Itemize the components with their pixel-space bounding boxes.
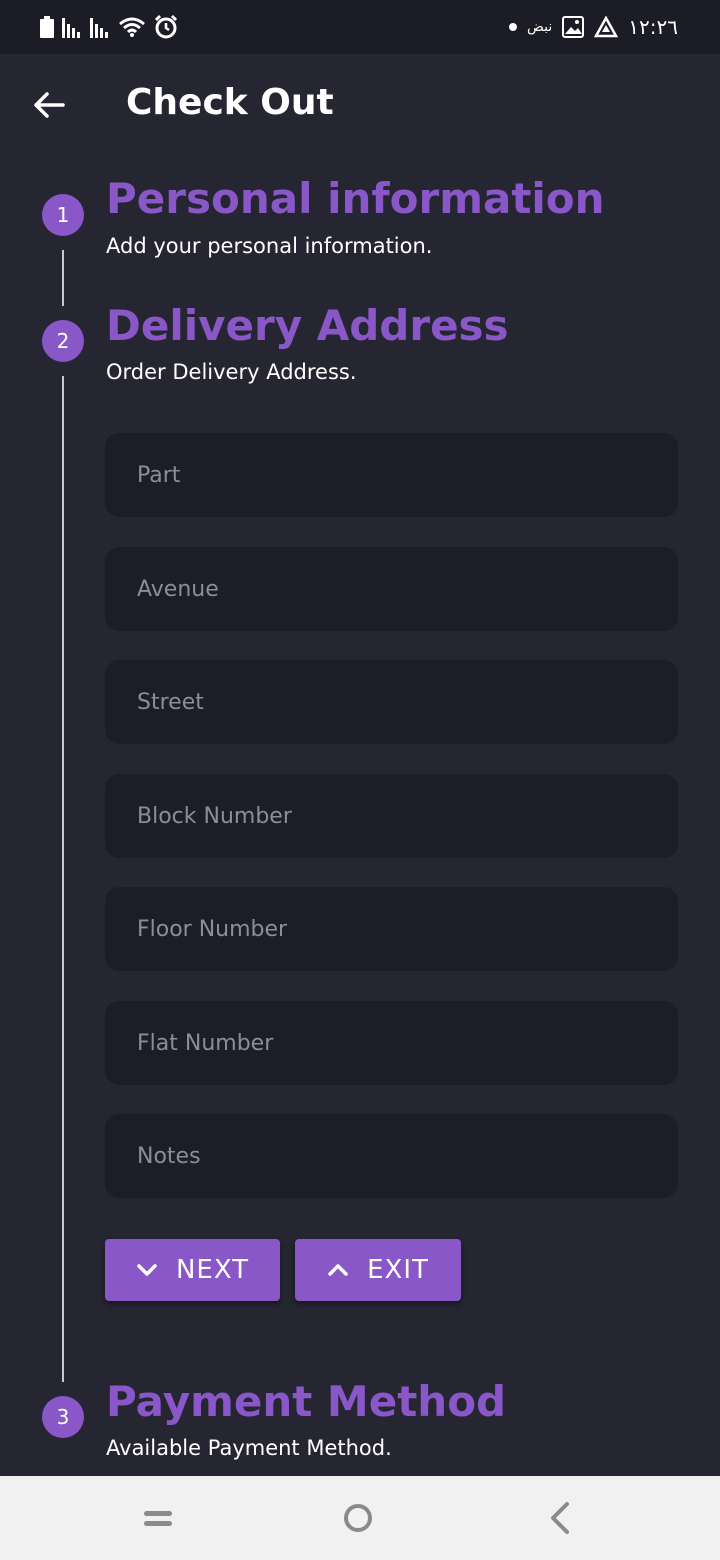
page-title: Check Out: [126, 82, 334, 123]
system-back-button[interactable]: [538, 1496, 582, 1540]
notes-input[interactable]: [135, 1113, 678, 1199]
app-icon: [594, 16, 619, 38]
chevron-up-icon: [328, 1264, 348, 1276]
back-button[interactable]: [28, 84, 70, 126]
exit-button-label: EXIT: [367, 1255, 429, 1285]
floor-number-field[interactable]: [105, 886, 678, 972]
flat-number-input[interactable]: [135, 1000, 678, 1086]
step-connector: [62, 250, 64, 306]
alarm-icon: [154, 15, 178, 39]
signal-icon: [62, 18, 80, 38]
dot-icon: [509, 23, 517, 31]
step-1-indicator[interactable]: 1: [42, 194, 84, 236]
status-left-icons: [40, 14, 178, 40]
step-1-subtitle: Add your personal information.: [106, 234, 433, 258]
next-button-label: NEXT: [175, 1255, 250, 1285]
app-bar: Check Out: [0, 54, 720, 152]
back-icon: [551, 1502, 569, 1534]
avenue-input[interactable]: [135, 546, 678, 632]
chevron-down-icon: [137, 1264, 157, 1276]
street-field[interactable]: [105, 659, 678, 745]
step-3-indicator[interactable]: 3: [42, 1396, 84, 1438]
recent-apps-button[interactable]: [136, 1496, 180, 1540]
status-right-icons: نبض ١٢:٢٦: [509, 14, 678, 40]
network-label: نبض: [527, 19, 553, 35]
wifi-icon: [119, 17, 145, 37]
part-field[interactable]: [105, 432, 678, 518]
next-button[interactable]: NEXT: [105, 1239, 280, 1301]
checkout-screen: نبض ١٢:٢٦ Check Out 1 Personal informati…: [0, 0, 720, 1560]
status-bar: نبض ١٢:٢٦: [0, 0, 720, 54]
avenue-field[interactable]: [105, 546, 678, 632]
step-1-title[interactable]: Personal information: [106, 175, 605, 223]
step-2-indicator[interactable]: 2: [42, 320, 84, 362]
step-3-subtitle: Available Payment Method.: [106, 1436, 392, 1460]
notes-field[interactable]: [105, 1113, 678, 1199]
system-nav-bar: [0, 1476, 720, 1560]
battery-icon: [40, 16, 54, 38]
recent-apps-icon: [144, 1511, 172, 1526]
step-2-title[interactable]: Delivery Address: [106, 302, 509, 350]
arrow-left-icon: [34, 92, 65, 118]
flat-number-field[interactable]: [105, 1000, 678, 1086]
step-2-subtitle: Order Delivery Address.: [106, 360, 357, 384]
step-connector: [62, 376, 64, 1382]
block-number-input[interactable]: [135, 773, 678, 859]
part-input[interactable]: [135, 432, 678, 518]
signal-icon: [90, 18, 108, 38]
block-number-field[interactable]: [105, 773, 678, 859]
home-icon: [344, 1504, 372, 1532]
street-input[interactable]: [135, 659, 678, 745]
step-3-title[interactable]: Payment Method: [106, 1378, 506, 1426]
gallery-icon: [562, 16, 585, 38]
floor-number-input[interactable]: [135, 886, 678, 972]
exit-button[interactable]: EXIT: [295, 1239, 461, 1301]
clock: ١٢:٢٦: [628, 15, 678, 39]
home-button[interactable]: [336, 1496, 380, 1540]
